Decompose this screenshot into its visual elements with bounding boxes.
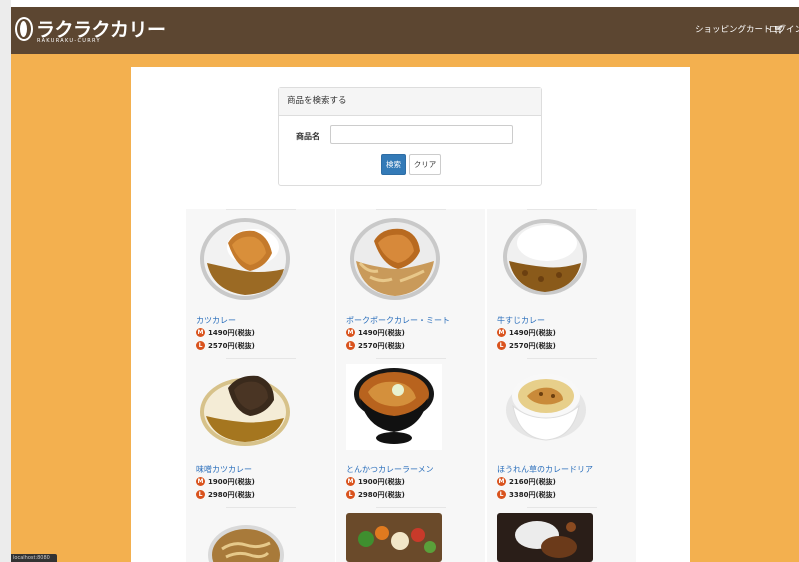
size-l-badge: L (497, 341, 506, 350)
l-price: L 2570円(税抜) (497, 341, 556, 351)
spinach-curry-doria-image[interactable] (501, 366, 591, 450)
m-price: M 1900円(税抜) (346, 477, 405, 486)
size-m-badge: M (196, 328, 205, 337)
pork-pork-curry-image[interactable] (348, 213, 442, 301)
size-m-badge: M (196, 477, 205, 486)
m-price: M 1900円(税抜) (196, 477, 255, 486)
clear-button[interactable]: クリア (409, 154, 441, 175)
m-price: M 1490円(税抜) (346, 328, 405, 337)
product-name-link[interactable]: ポークポークカレー・ミート (346, 315, 450, 326)
brand-subtitle: RAKURAKU-CURRY (37, 38, 101, 44)
product-card[interactable] (186, 507, 335, 562)
product-name-label: 商品名 (296, 132, 320, 141)
product-name-link[interactable]: 牛すじカレー (497, 315, 545, 326)
logo-icon (15, 17, 33, 41)
beef-tendon-curry-image[interactable] (501, 215, 589, 297)
product-card[interactable]: とんかつカレーラーメン M 1900円(税抜) L 2980円(税抜) (336, 358, 485, 507)
vegetable-curry-image[interactable] (346, 513, 442, 562)
product-card[interactable] (487, 507, 636, 562)
l-price: L 2980円(税抜) (346, 490, 405, 500)
search-panel: 商品を検索する 商品名 検索 クリア (278, 87, 542, 186)
window-top-strip (0, 0, 799, 7)
product-card[interactable]: カツカレー M 1490円(税抜) L 2570円(税抜) (186, 209, 335, 358)
tonkatsu-curry-ramen-image[interactable] (346, 364, 442, 450)
navbar: ラクラクカリー RAKURAKU-CURRY ショッピングカート 🛒︎ ログイン (11, 7, 799, 54)
product-name-link[interactable]: 味噌カツカレー (196, 464, 252, 475)
l-price: L 2980円(税抜) (196, 490, 255, 500)
size-l-badge: L (346, 341, 355, 350)
size-l-badge: L (497, 490, 506, 499)
product-card[interactable]: ポークポークカレー・ミート M 1490円(税抜) L 2570円(税抜) (336, 209, 485, 358)
miso-katsu-curry-image[interactable] (198, 366, 292, 448)
product-card[interactable]: ほうれん草のカレードリア M 2160円(税抜) L 3380円(税抜) (487, 358, 636, 507)
size-l-badge: L (346, 490, 355, 499)
size-m-badge: M (346, 328, 355, 337)
m-price: M 2160円(税抜) (497, 477, 556, 486)
curry-udon-image[interactable] (206, 515, 286, 562)
product-card[interactable]: 味噌カツカレー M 1900円(税抜) L 2980円(税抜) (186, 358, 335, 507)
size-m-badge: M (497, 477, 506, 486)
size-l-badge: L (196, 490, 205, 499)
size-m-badge: M (346, 477, 355, 486)
hamburg-curry-image[interactable] (497, 513, 593, 562)
l-price: L 2570円(税抜) (196, 341, 255, 351)
search-panel-title: 商品を検索する (279, 88, 541, 116)
m-price: M 1490円(税抜) (497, 328, 556, 337)
l-price: L 3380円(税抜) (497, 490, 556, 500)
shopping-cart-label: ショッピングカート (695, 25, 772, 35)
size-m-badge: M (497, 328, 506, 337)
login-link[interactable]: ログイン (769, 23, 799, 35)
l-price: L 2570円(税抜) (346, 341, 405, 351)
product-name-link[interactable]: ほうれん草のカレードリア (497, 464, 593, 475)
product-name-link[interactable]: とんかつカレーラーメン (346, 464, 434, 475)
product-name-input[interactable] (330, 125, 513, 144)
window-left-strip (0, 0, 11, 562)
product-name-link[interactable]: カツカレー (196, 315, 236, 326)
size-l-badge: L (196, 341, 205, 350)
search-button[interactable]: 検索 (381, 154, 406, 175)
m-price: M 1490円(税抜) (196, 328, 255, 337)
product-card[interactable] (336, 507, 485, 562)
katsu-curry-image[interactable] (198, 213, 292, 301)
product-card[interactable]: 牛すじカレー M 1490円(税抜) L 2570円(税抜) (487, 209, 636, 358)
status-bar-url: localhost:8080 (11, 554, 57, 562)
